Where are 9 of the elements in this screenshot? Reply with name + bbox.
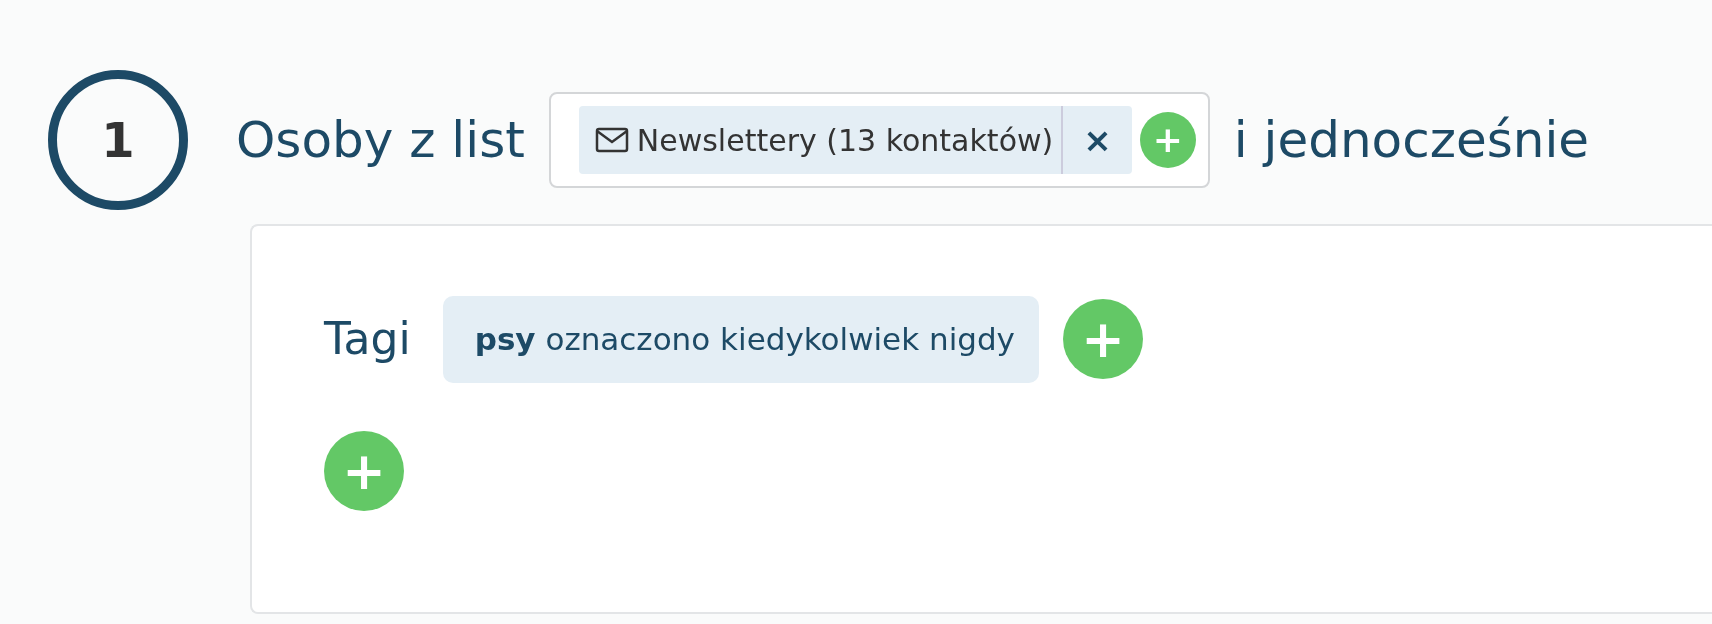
tag-condition[interactable]: psy oznaczono kiedykolwiek nigdy: [442, 296, 1039, 383]
step-label: Osoby z list: [236, 109, 525, 171]
list-select[interactable]: Newslettery (13 kontaktów) × +: [548, 92, 1210, 188]
condition-label: Tagi: [324, 312, 411, 367]
envelope-icon: [594, 127, 629, 153]
step-suffix: i jednocześnie: [1233, 109, 1590, 171]
step-number: 1: [48, 70, 188, 210]
remove-button[interactable]: ×: [1061, 106, 1132, 174]
list-name: Newslettery (13 kontaktów): [636, 121, 1054, 160]
